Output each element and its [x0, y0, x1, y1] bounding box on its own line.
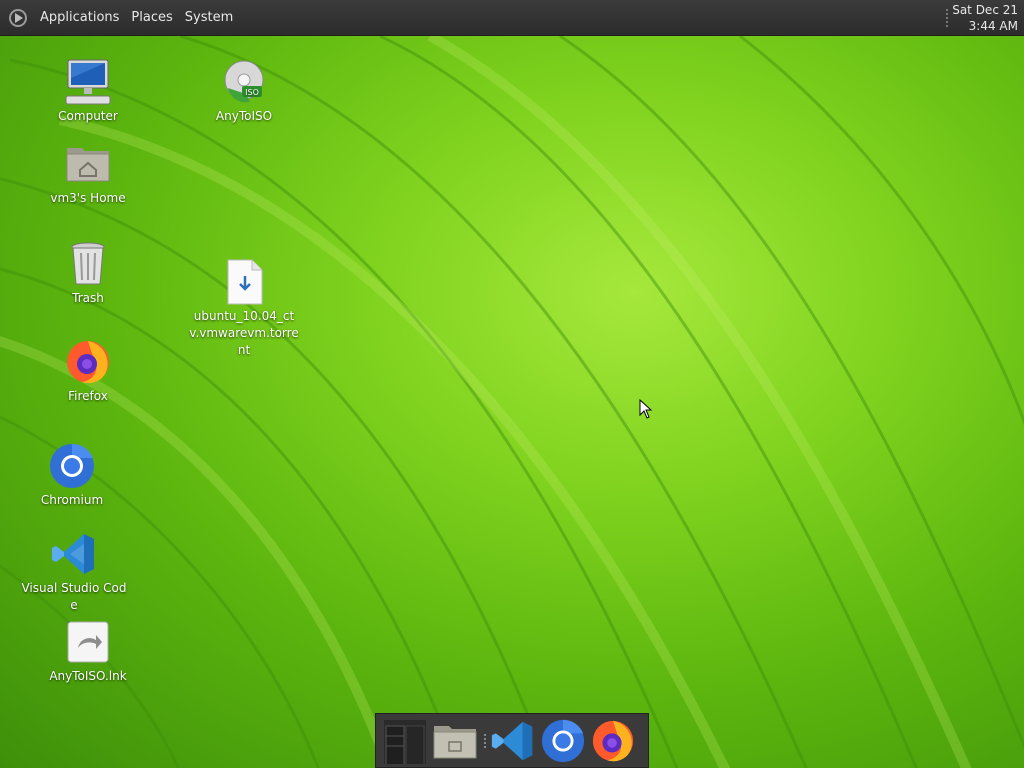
clock-date: Sat Dec 21	[952, 3, 1018, 17]
desktop-icon-label: vm3's Home	[50, 191, 126, 205]
desktop-icon-label: AnyToISO.lnk	[49, 669, 127, 683]
desktop-icon-computer[interactable]: Computer	[33, 58, 143, 125]
desktop-icon-trash[interactable]: Trash	[33, 240, 143, 307]
desktop-icon-torrent[interactable]: ubuntu_10.04_ctv.vmwarevm.torrent	[189, 258, 299, 359]
desktop-icon-label: ubuntu_10.04_ctv.vmwarevm.torrent	[189, 309, 299, 357]
desktop-icon-label: Visual Studio Code	[21, 581, 127, 612]
shortcut-link-icon	[67, 621, 109, 663]
desktop-icon-anytoiso[interactable]: ISO AnyToISO	[189, 58, 299, 125]
desktop-icon-label: Computer	[58, 109, 118, 123]
menu-applications[interactable]: Applications	[34, 0, 125, 36]
desktop-icon-label: Trash	[72, 291, 104, 305]
top-panel: Applications Places System Sat Dec 21 3:…	[0, 0, 1024, 36]
menu-places[interactable]: Places	[125, 0, 178, 36]
distro-logo-icon[interactable]	[8, 8, 28, 28]
chromium-icon	[50, 443, 94, 488]
anytoiso-icon: ISO	[224, 60, 264, 103]
desktop-icon-label: Firefox	[68, 389, 108, 403]
desktop-icon-label: AnyToISO	[215, 109, 273, 123]
trash-icon	[71, 242, 105, 285]
dock-separator	[484, 734, 488, 748]
firefox-icon[interactable]	[590, 718, 636, 764]
vscode-icon[interactable]	[490, 718, 536, 764]
desktop-icon-label: Chromium	[40, 493, 104, 507]
firefox-icon	[67, 341, 109, 384]
dock	[375, 713, 649, 768]
clock[interactable]: Sat Dec 21 3:44 AM	[952, 2, 1018, 34]
computer-icon	[65, 59, 111, 105]
desktop-icon-anytoiso-lnk[interactable]: AnyToISO.lnk	[33, 618, 143, 685]
svg-text:ISO: ISO	[245, 88, 259, 97]
chromium-icon[interactable]	[540, 718, 586, 764]
workspace-switcher-icon[interactable]	[382, 718, 428, 764]
mouse-cursor-icon	[639, 399, 653, 419]
menu-system[interactable]: System	[179, 0, 239, 36]
files-icon[interactable]	[432, 718, 478, 764]
clock-time: 3:44 AM	[968, 19, 1018, 33]
torrent-file-icon	[227, 259, 263, 305]
home-folder-icon	[66, 148, 110, 182]
desktop-icon-chromium[interactable]: Chromium	[17, 442, 127, 509]
desktop-icon-home[interactable]: vm3's Home	[33, 140, 143, 207]
desktop[interactable]: Applications Places System Sat Dec 21 3:…	[0, 0, 1024, 768]
desktop-icon-firefox[interactable]: Firefox	[33, 338, 143, 405]
desktop-icon-vscode[interactable]: Visual Studio Code	[19, 530, 129, 614]
vscode-icon	[52, 534, 94, 574]
wallpaper	[0, 31, 1024, 768]
